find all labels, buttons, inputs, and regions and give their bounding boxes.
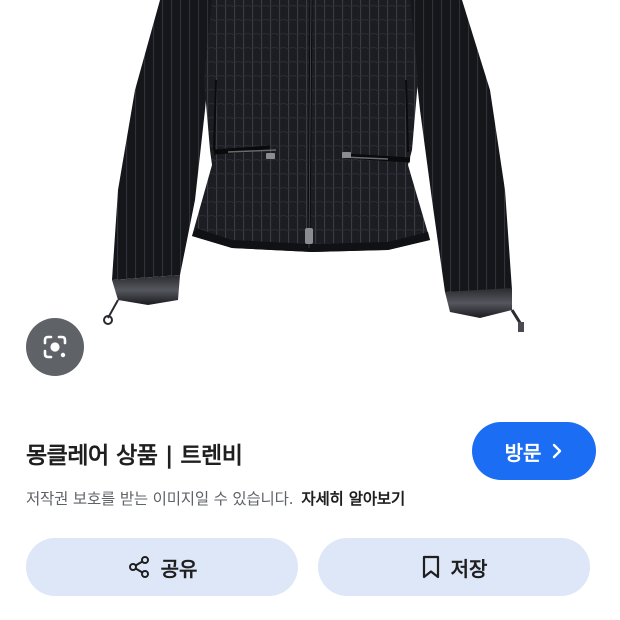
save-button-label: 저장 bbox=[450, 556, 488, 581]
lens-search-button[interactable] bbox=[26, 318, 84, 376]
share-button[interactable]: 공유 bbox=[26, 538, 298, 596]
chevron-right-icon bbox=[551, 443, 563, 459]
copyright-notice: 저작권 보호를 받는 이미지일 수 있습니다. 자세히 알아보기 bbox=[26, 487, 405, 509]
product-image[interactable] bbox=[0, 0, 620, 390]
learn-more-link[interactable]: 자세히 알아보기 bbox=[301, 490, 405, 508]
result-title-row: 몽클레어 상품 | 트렌비 방문 bbox=[26, 422, 596, 482]
share-button-label: 공유 bbox=[160, 556, 198, 581]
save-button[interactable]: 저장 bbox=[318, 538, 590, 596]
image-result-panel: 몽클레어 상품 | 트렌비 방문 저작권 보호를 받는 이미지일 수 있습니다.… bbox=[0, 0, 620, 620]
visit-button[interactable]: 방문 bbox=[472, 422, 596, 480]
visit-button-label: 방문 bbox=[504, 440, 542, 465]
share-icon bbox=[127, 555, 151, 579]
copyright-text: 저작권 보호를 받는 이미지일 수 있습니다. bbox=[26, 490, 294, 508]
product-title[interactable]: 몽클레어 상품 | 트렌비 bbox=[26, 436, 243, 470]
bookmark-icon bbox=[421, 555, 441, 579]
jacket-illustration bbox=[103, 0, 524, 332]
lens-search-icon bbox=[40, 332, 70, 362]
